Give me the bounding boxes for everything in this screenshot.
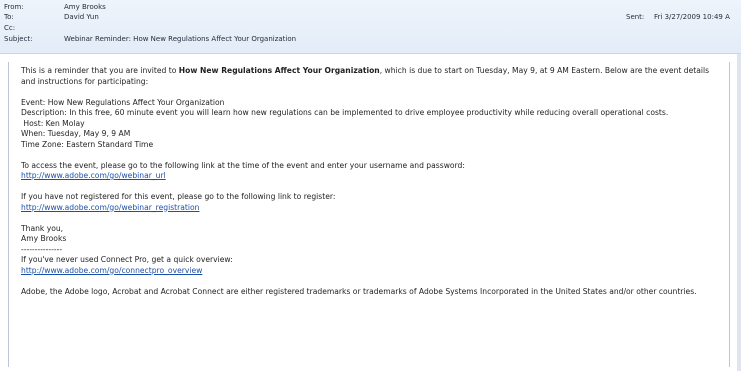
description-line: Description: In this free, 60 minute eve… bbox=[21, 108, 669, 117]
from-label: From: bbox=[4, 3, 24, 11]
access-text: To access the event, please go to the fo… bbox=[21, 160, 465, 170]
register-paragraph: If you have not registered for this even… bbox=[21, 192, 721, 213]
overview-text: If you've never used Connect Pro, get a … bbox=[21, 255, 233, 264]
to-value[interactable]: David Yun bbox=[64, 12, 99, 22]
overview-link[interactable]: http://www.adobe.com/go/connectpro_overv… bbox=[21, 266, 721, 277]
signature-name: Amy Brooks bbox=[21, 234, 67, 243]
host-line: Host: Ken Molay bbox=[21, 118, 85, 128]
intro-line-2: and instructions for participating: bbox=[21, 76, 149, 86]
trademark-paragraph: Adobe, the Adobe logo, Acrobat and Acrob… bbox=[21, 287, 721, 298]
event-details: Event: How New Regulations Affect Your O… bbox=[21, 98, 721, 151]
intro-prefix: This is a reminder that you are invited … bbox=[21, 66, 179, 75]
sent-value: Fri 3/27/2009 10:49 A bbox=[654, 13, 730, 21]
trademark-text: Adobe, the Adobe logo, Acrobat and Acrob… bbox=[21, 286, 697, 296]
message-content: This is a reminder that you are invited … bbox=[21, 66, 721, 308]
intro-suffix: , which is due to start on Tuesday, May … bbox=[379, 66, 710, 75]
intro-line: This is a reminder that you are invited … bbox=[21, 66, 721, 77]
signature-block: Thank you, Amy Brooks --------------- If… bbox=[21, 224, 721, 277]
cc-label: Cc: bbox=[4, 24, 16, 32]
separator-line: --------------- bbox=[21, 244, 63, 254]
intro-paragraph: This is a reminder that you are invited … bbox=[21, 66, 721, 87]
subject-label: Subject: bbox=[4, 35, 33, 43]
register-text: If you have not registered for this even… bbox=[21, 192, 336, 201]
email-header: From: Amy Brooks To: David Yun Cc: Subje… bbox=[0, 0, 741, 54]
email-body: This is a reminder that you are invited … bbox=[8, 62, 730, 367]
from-value[interactable]: Amy Brooks bbox=[64, 2, 106, 12]
access-paragraph: To access the event, please go to the fo… bbox=[21, 161, 721, 182]
to-label: To: bbox=[4, 13, 14, 21]
event-line: Event: How New Regulations Affect Your O… bbox=[21, 97, 225, 107]
thanks-line: Thank you, bbox=[21, 223, 64, 233]
intro-event-title: How New Regulations Affect Your Organiza… bbox=[178, 66, 380, 75]
when-line: When: Tuesday, May 9, 9 AM bbox=[21, 129, 131, 138]
timezone-line: Time Zone: Eastern Standard Time bbox=[21, 139, 154, 149]
access-link[interactable]: http://www.adobe.com/go/webinar_url bbox=[21, 171, 721, 182]
subject-value: Webinar Reminder: How New Regulations Af… bbox=[64, 35, 297, 43]
register-link[interactable]: http://www.adobe.com/go/webinar_registra… bbox=[21, 203, 721, 214]
email-window: From: Amy Brooks To: David Yun Cc: Subje… bbox=[0, 0, 741, 371]
vertical-scrollbar[interactable] bbox=[737, 54, 741, 371]
